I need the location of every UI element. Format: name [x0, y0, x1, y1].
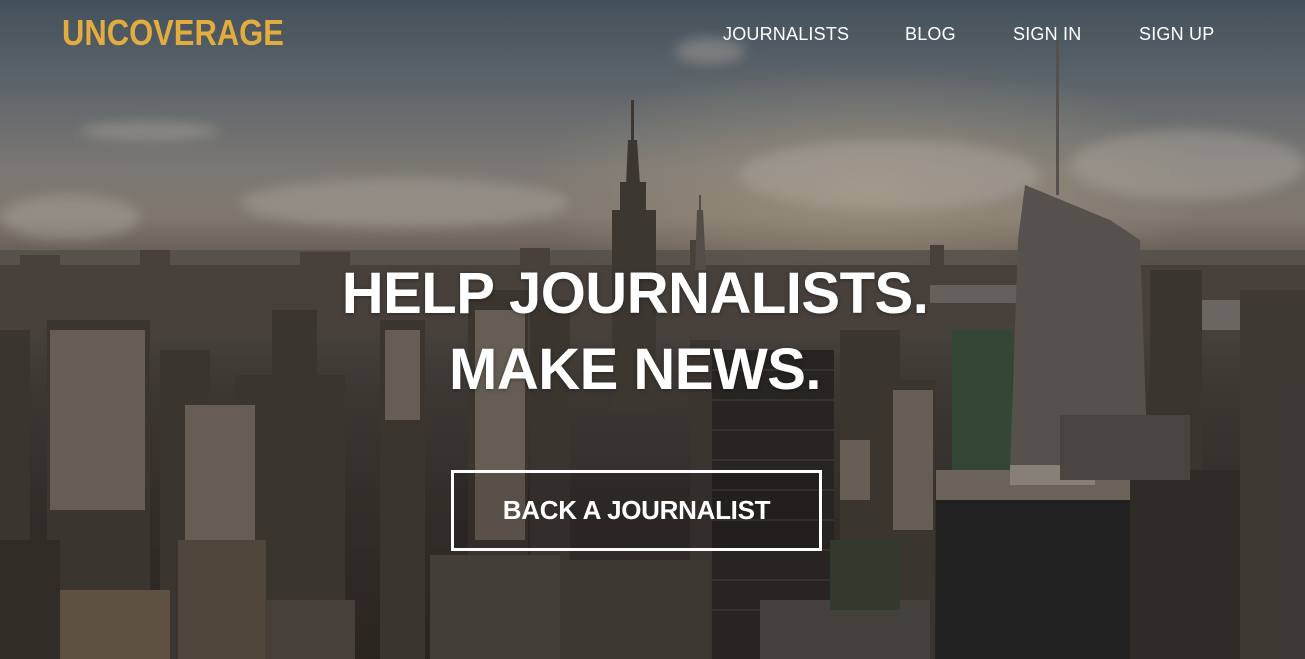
nav-blog-link[interactable]: BLOG — [905, 24, 956, 45]
headline-line-1: HELP JOURNALISTS. — [341, 261, 929, 326]
nav-sign-up-link[interactable]: SIGN UP — [1139, 24, 1214, 45]
hero-section: UNCOVERAGE JOURNALISTS BLOG SIGN IN SIGN… — [0, 0, 1305, 659]
top-navigation: JOURNALISTS BLOG SIGN IN SIGN UP — [0, 24, 1305, 46]
back-a-journalist-button[interactable]: BACK A JOURNALIST — [451, 470, 822, 551]
hero-headline: HELP JOURNALISTS. MAKE NEWS. — [0, 256, 1270, 408]
nav-journalists-link[interactable]: JOURNALISTS — [723, 24, 849, 45]
nav-sign-in-link[interactable]: SIGN IN — [1013, 24, 1081, 45]
headline-line-2: MAKE NEWS. — [449, 337, 822, 402]
